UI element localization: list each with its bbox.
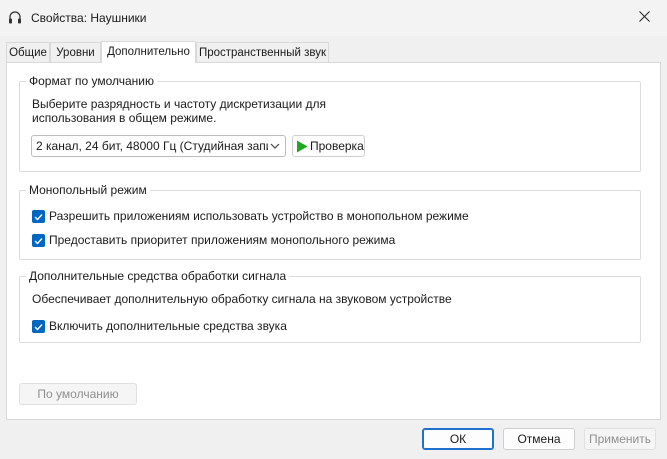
test-button[interactable]: Проверка	[292, 135, 365, 157]
default-format-description-line1: Выберите разрядность и частоту дискретиз…	[32, 97, 327, 111]
chevron-down-icon	[269, 140, 281, 152]
ok-button[interactable]: ОК	[422, 428, 494, 450]
format-select-value: 2 канал, 24 бит, 48000 Гц (Студийная зап…	[36, 139, 268, 153]
default-format-legend: Формат по умолчанию	[26, 74, 157, 88]
default-format-description-line2: использования в общем режиме.	[32, 111, 217, 125]
exclusive-priority-label: Предоставить приоритет приложениям моноп…	[49, 233, 396, 247]
allow-exclusive-control-label: Разрешить приложениям использовать устро…	[49, 209, 469, 223]
signal-processing-legend: Дополнительные средства обработки сигнал…	[26, 269, 290, 283]
default-format-group: Формат по умолчанию Выберите разрядность…	[19, 74, 641, 172]
test-button-label: Проверка	[310, 139, 364, 153]
signal-processing-description: Обеспечивает дополнительную обработку си…	[32, 292, 452, 306]
dialog-footer: ОК Отмена Применить	[0, 420, 667, 459]
tab-levels[interactable]: Уровни	[50, 42, 101, 63]
checkbox-checked-icon	[32, 320, 45, 333]
format-select[interactable]: 2 канал, 24 бит, 48000 Гц (Студийная зап…	[31, 135, 286, 157]
close-button[interactable]	[621, 0, 667, 36]
title-bar: Свойства: Наушники	[0, 0, 667, 36]
restore-defaults-button[interactable]: По умолчанию	[19, 383, 137, 405]
apply-button[interactable]: Применить	[584, 428, 656, 450]
tab-advanced[interactable]: Дополнительно	[101, 41, 196, 63]
signal-processing-group: Дополнительные средства обработки сигнал…	[19, 269, 641, 343]
enable-audio-enhancements-label: Включить дополнительные средства звука	[49, 319, 287, 333]
close-icon	[638, 11, 650, 25]
tab-general[interactable]: Общие	[6, 42, 50, 63]
advanced-panel: Формат по умолчанию Выберите разрядность…	[6, 62, 661, 420]
cancel-button[interactable]: Отмена	[503, 428, 575, 450]
checkbox-checked-icon	[32, 210, 45, 223]
checkbox-checked-icon	[32, 234, 45, 247]
play-icon	[296, 140, 308, 156]
exclusive-mode-group: Монопольный режим Разрешить приложениям …	[19, 183, 641, 260]
window-title: Свойства: Наушники	[31, 11, 147, 25]
tab-spatial-sound[interactable]: Пространственный звук	[196, 42, 329, 63]
headphones-icon	[7, 10, 23, 26]
exclusive-mode-legend: Монопольный режим	[26, 183, 150, 197]
